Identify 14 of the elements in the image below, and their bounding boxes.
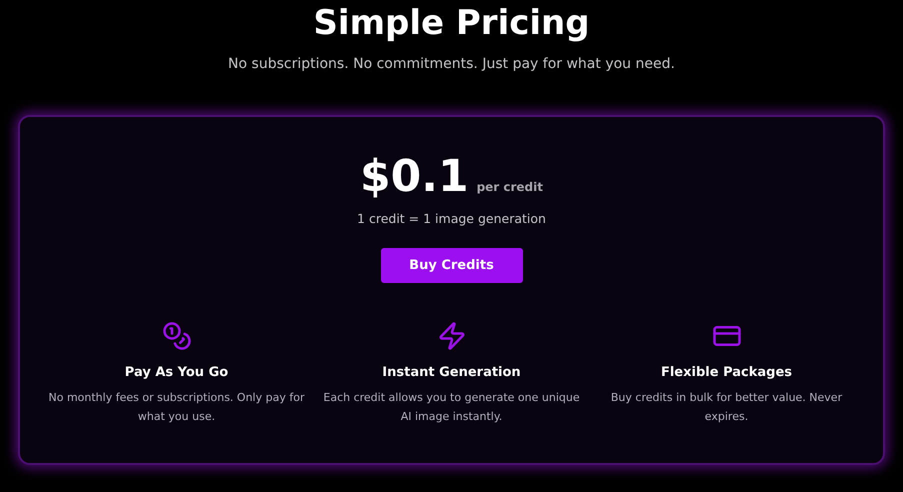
price-note: 1 credit = 1 image generation <box>357 211 546 226</box>
page-subtitle: No subscriptions. No commitments. Just pay for what you need. <box>228 56 675 72</box>
feature-description: Each credit allows you to generate one unique AI image instantly. <box>322 390 581 425</box>
feature-title: Pay As You Go <box>124 365 228 380</box>
feature-description: Buy credits in bulk for better value. Never expires. <box>610 390 844 425</box>
lightning-icon <box>436 321 466 351</box>
price-unit: per credit <box>476 180 543 194</box>
buy-credits-button[interactable]: Buy Credits <box>380 248 522 283</box>
page-title: Simple Pricing <box>313 2 590 44</box>
feature-title: Instant Generation <box>382 365 521 380</box>
feature-description: No monthly fees or subscriptions. Only pay for what you use. <box>48 390 306 425</box>
feature-title: Flexible Packages <box>660 365 792 380</box>
price: $0.1 <box>360 151 469 203</box>
coins-icon <box>162 321 192 351</box>
